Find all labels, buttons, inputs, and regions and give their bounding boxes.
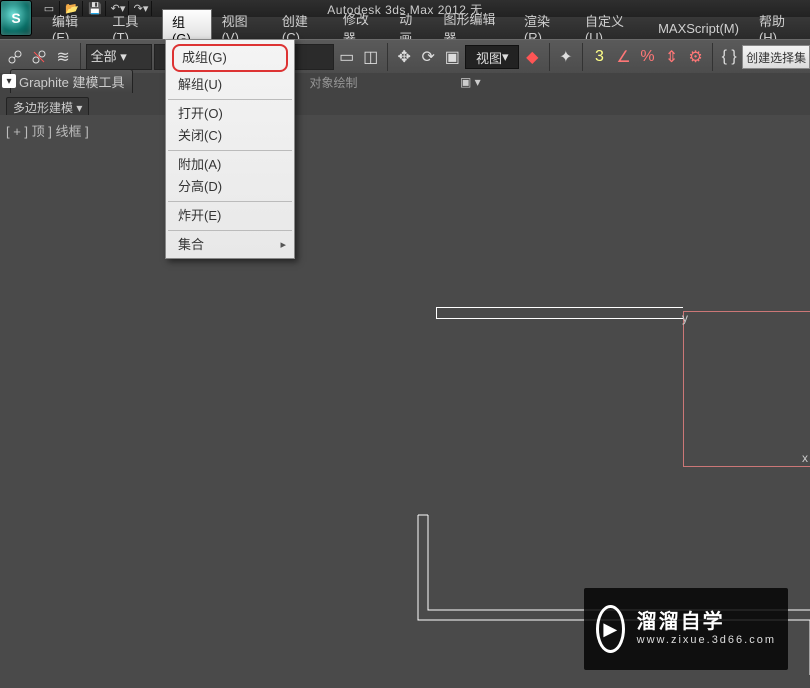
menu-item-close[interactable]: 关闭(C) xyxy=(166,125,294,147)
menu-separator xyxy=(168,230,292,231)
menu-separator xyxy=(168,201,292,202)
spinner-snap-icon[interactable]: ⇕ xyxy=(661,42,683,72)
geometry-shape[interactable] xyxy=(436,307,683,319)
window-crossing-icon[interactable]: ◫ xyxy=(360,42,382,72)
menu-item-explode[interactable]: 炸开(E) xyxy=(166,205,294,227)
ribbon-tab-graphite[interactable]: Graphite 建模工具 xyxy=(10,69,133,93)
group-menu-dropdown: 成组(G) 解组(U) 打开(O) 关闭(C) 附加(A) 分高(D) 炸开(E… xyxy=(165,39,295,259)
bind-space-warp-icon[interactable]: ≋ xyxy=(52,42,74,72)
move-icon[interactable]: ✥ xyxy=(393,42,415,72)
percent-snap-icon[interactable]: % xyxy=(637,42,659,72)
selected-geometry[interactable] xyxy=(683,311,810,467)
watermark-url: www.zixue.3d66.com xyxy=(637,634,776,647)
ribbon-tab-objectpaint[interactable]: 对象绘制 xyxy=(302,72,366,93)
ribbon-collapse-icon[interactable]: ▾ xyxy=(2,74,16,88)
snap-toggle-icon[interactable]: 3 xyxy=(588,42,610,72)
viewport[interactable]: [ + ] 顶 ] 线框 ] y x ▶ 溜溜自学 www.zixue.3d66… xyxy=(0,115,810,688)
named-sel-sets-icon[interactable]: { } xyxy=(718,42,740,72)
watermark: ▶ 溜溜自学 www.zixue.3d66.com xyxy=(584,588,788,670)
ribbon-flyout-icon[interactable]: ▣ ▾ xyxy=(460,75,481,89)
menu-item-open[interactable]: 打开(O) xyxy=(166,103,294,125)
menu-item-assembly[interactable]: 集合 xyxy=(166,234,294,256)
pivot-center-icon[interactable]: ◆ xyxy=(521,42,543,72)
scale-icon[interactable]: ▣ xyxy=(441,42,463,72)
ribbon: ▾ Graphite 建模工具 选择 对象绘制 ▣ ▾ 多边形建模 ▾ xyxy=(0,73,810,115)
link-icon[interactable] xyxy=(4,42,26,72)
unlink-icon[interactable] xyxy=(28,42,50,72)
select-manipulate-icon[interactable]: ✦ xyxy=(555,42,577,72)
watermark-title: 溜溜自学 xyxy=(637,610,776,634)
selection-region-icon[interactable]: ▭ xyxy=(336,42,358,72)
menu-item-detach[interactable]: 分高(D) xyxy=(166,176,294,198)
menu-bar: 编辑(E) 工具(T) 组(G) 视图(V) 创建(C) 修改器 动画 图形编辑… xyxy=(0,17,810,40)
rotate-icon[interactable]: ⟳ xyxy=(417,42,439,72)
snaps-options-icon[interactable]: ⚙ xyxy=(685,42,707,72)
play-icon: ▶ xyxy=(596,605,625,653)
reference-coord-dropdown[interactable]: 视图 ▾ xyxy=(465,45,519,69)
application-menu-button[interactable]: S xyxy=(0,0,32,36)
viewport-label[interactable]: [ + ] 顶 ] 线框 ] xyxy=(6,121,89,140)
menu-item-group[interactable]: 成组(G) xyxy=(172,44,288,72)
menu-separator xyxy=(168,99,292,100)
menu-separator xyxy=(168,150,292,151)
selection-filter-dropdown[interactable]: 全部 ▾ xyxy=(86,44,152,70)
menu-item-ungroup[interactable]: 解组(U) xyxy=(166,74,294,96)
menu-item-attach[interactable]: 附加(A) xyxy=(166,154,294,176)
menu-maxscript[interactable]: MAXScript(M) xyxy=(648,18,749,39)
named-selection-set-dropdown[interactable]: 创建选择集 xyxy=(742,45,810,69)
angle-snap-icon[interactable]: ∠ xyxy=(612,42,634,72)
